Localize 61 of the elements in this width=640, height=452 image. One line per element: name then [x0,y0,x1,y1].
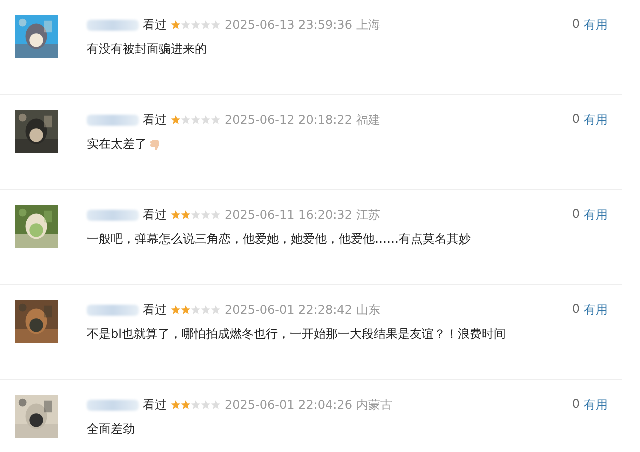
useful-link[interactable]: 有用 [584,397,608,414]
vote-count: 0 [572,112,580,128]
star-icon [201,20,211,30]
watch-status: 看过 [143,16,167,34]
vote-count: 0 [572,17,580,33]
star-icon [191,20,201,30]
star-icon [211,400,221,410]
comment-text: 实在太差了 [87,136,147,153]
star-icon [211,210,221,220]
watch-status: 看过 [143,206,167,224]
star-icon [191,210,201,220]
comment-text: 一般吧，弹幕怎么说三角恋，他爱她，她爱他，他爱他……有点莫名其妙 [87,231,471,248]
useful-link[interactable]: 有用 [584,207,608,224]
blurred-name [87,304,139,316]
vote-count: 0 [572,397,580,413]
comment-location: 江苏 [356,206,380,224]
watch-status: 看过 [143,112,167,128]
useful-link[interactable]: 有用 [584,302,608,319]
blurred-name [87,400,139,410]
watch-status: 看过 [143,302,167,318]
comment-location: 内蒙古 [356,396,392,414]
star-icon [201,400,211,410]
comment-time: 2025-06-01 22:28:42 [225,303,352,317]
vote-count: 0 [572,302,580,318]
blurred-name [87,114,139,126]
comment-text: 全面差劲 [87,421,135,438]
blurred-name [87,20,139,30]
star-icon [201,210,211,220]
hand-emoji-icon [150,138,161,150]
star-icon [201,115,211,125]
comment-time: 2025-06-12 20:18:22 [225,113,352,127]
star-icon [181,210,191,220]
useful-link[interactable]: 有用 [584,17,608,34]
comment-text: 有没有被封面骗进来的 [87,41,207,58]
comment-location: 上海 [356,16,380,34]
star-icon [211,115,221,125]
useful-link[interactable]: 有用 [584,112,608,129]
star-icon [181,400,191,410]
star-icon [211,20,221,30]
star-icon [171,400,181,410]
star-icon [201,305,211,315]
star-icon [171,20,181,30]
vote-count: 0 [572,207,580,223]
star-icon [211,305,221,315]
star-icon [181,305,191,315]
star-icon [171,210,181,220]
star-icon [181,20,191,30]
star-icon [171,115,181,125]
comment-text: 不是bl也就算了，哪怕拍成燃冬也行，一开始那一大段结果是友谊？！浪费时间 [87,326,506,343]
comment-location: 福建 [356,112,380,128]
comment-location: 山东 [356,302,380,318]
star-icon [171,305,181,315]
watch-status: 看过 [143,396,167,414]
star-icon [191,305,201,315]
comment-time: 2025-06-01 22:04:26 [225,398,352,412]
star-icon [191,115,201,125]
comment-time: 2025-06-11 16:20:32 [225,208,352,222]
star-icon [181,115,191,125]
comment-time: 2025-06-13 23:59:36 [225,18,352,32]
star-icon [191,400,201,410]
blurred-name [87,210,139,220]
